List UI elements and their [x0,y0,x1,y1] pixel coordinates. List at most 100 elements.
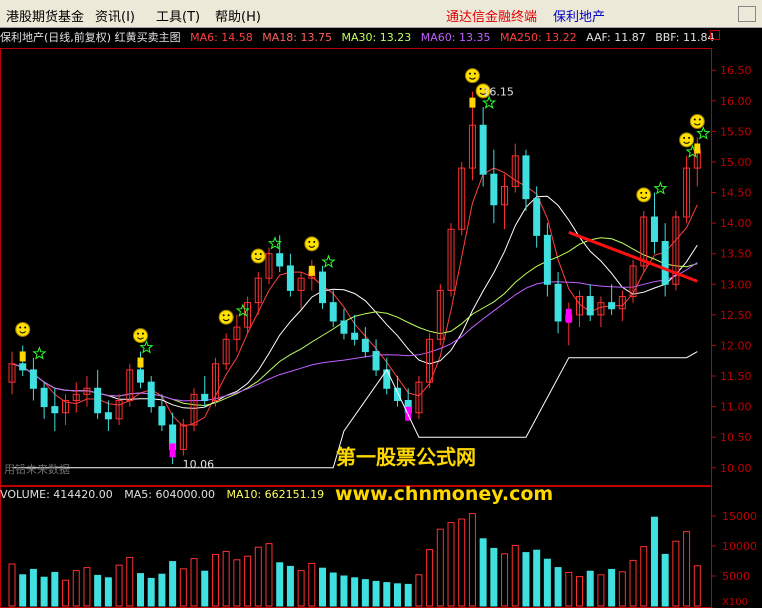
volume-bar [640,546,648,607]
buy-signal-bar [308,265,315,276]
smiley-icon [250,248,266,264]
price-tick-label: 13.50 [720,248,752,261]
volume-bar [297,570,305,607]
window-control-button[interactable] [738,6,756,22]
candle-body [522,155,530,200]
volume-bar [618,571,626,607]
chart-title: 保利地产(日线,前复权) 红黄买卖主图 [0,31,181,44]
volume-ma10-value: MA10: 662151.19 [226,488,325,501]
volume-bar [319,567,327,607]
buy-signal-bar [694,143,701,154]
smiley-icon [15,321,31,337]
chart-settings-icon[interactable] [710,30,720,40]
volume-bar [608,568,616,607]
price-tick-label: 15.50 [720,125,752,138]
menu-item-hk-futures[interactable]: 港股期货基金 [6,6,84,25]
price-panel-border [0,48,712,486]
candle-body [94,387,102,414]
candle-body [104,412,112,420]
candle-body [608,302,616,310]
price-tick-label: 14.50 [720,187,752,200]
sell-signal-bar [565,308,572,323]
menu-item-help[interactable]: 帮助(H) [215,6,261,25]
volume-bar [522,552,530,607]
star-icon [653,181,668,195]
price-tick-label: 16.00 [720,95,752,108]
volume-bar [115,564,123,607]
volume-series [8,513,701,607]
candle-body [372,351,380,371]
volume-bar [479,538,487,607]
volume-bar [436,528,444,607]
volume-value: VOLUME: 414420.00 [0,488,113,501]
smiley-icon [689,114,705,130]
smiley-icon [304,236,320,252]
volume-bar [629,559,637,607]
price-tick-label: 10.00 [720,462,752,475]
volume-bar [393,583,401,607]
price-tick-label: 13.00 [720,278,752,291]
candle-body [276,253,284,267]
ma30-value: MA30: 13.23 [341,31,412,44]
volume-bar [8,563,16,607]
high-price-label: 16.15 [482,86,514,99]
volume-bar [62,579,70,607]
bbf-value: BBF: 11.84 [655,31,715,44]
volume-bar [190,558,198,607]
watermark-text: 用铅未来数据 [4,462,70,476]
indicator-bar: 保利地产(日线,前复权) 红黄买卖主图 MA6: 14.58 MA18: 13.… [0,28,762,48]
price-tick-label: 11.50 [720,370,752,383]
volume-bar [565,571,573,607]
volume-bar [426,549,434,607]
price-tick-label: 10.50 [720,431,752,444]
price-tick-label: 12.00 [720,339,752,352]
star-icon [32,346,47,360]
volume-bar [233,559,241,607]
ma250-value: MA250: 13.22 [499,31,577,44]
volume-axis: 15000 10000 5000 X100 [711,510,757,608]
volume-bar [340,575,348,607]
candle-body [19,363,27,371]
app-brand-title: 通达信金融终端 [446,10,538,25]
volume-bar [351,577,359,607]
volume-bar [501,553,509,607]
volume-bar [104,577,112,607]
star-icon [267,236,283,250]
ma-line-10 [11,195,698,409]
volume-bar [126,556,134,607]
volume-bar [265,543,273,607]
volume-bar [94,574,102,607]
volume-bar [447,522,455,607]
star-icon [139,340,154,354]
menu-item-info[interactable]: 资讯(I) [95,6,135,25]
chart-frame [0,48,712,608]
ma18-value: MA18: 13.75 [262,31,333,44]
menu-item-tools[interactable]: 工具(T) [156,6,200,25]
stock-name-title: 保利地产 [553,10,606,25]
volume-bar [254,546,262,607]
candle-body [286,265,294,291]
volume-bar [211,553,219,607]
menu-bar: 港股期货基金 资讯(I) 工具(T) 帮助(H) 通达信金融终端 保利地产 [0,0,762,28]
volume-bar [158,573,166,607]
price-axis: 16.50 16.00 15.50 15.00 14.50 14.00 13.50 13.00… [711,64,752,475]
smiley-icon [132,328,148,344]
candle-body [158,406,166,426]
star-icon [696,126,711,140]
volume-bar [586,570,594,607]
volume-bar [329,572,337,607]
volume-bar [576,576,584,607]
aaf-value: AAF: 11.87 [586,31,646,44]
volume-bar [40,576,48,607]
candle-body [40,387,48,408]
volume-ma5-value: MA5: 604000.00 [124,488,215,501]
candle-body [351,332,359,340]
volume-bar [244,555,252,607]
ma-line-4 [11,167,698,428]
price-tick-label: 15.00 [720,156,752,169]
sell-signal-bar [169,443,176,458]
candle-body [319,271,327,304]
chart-area[interactable]: 16.50 16.00 15.50 15.00 14.50 14.00 13.50 13.00… [0,48,762,608]
volume-bar [672,540,680,607]
ma6-value: MA6: 14.58 [190,31,253,44]
